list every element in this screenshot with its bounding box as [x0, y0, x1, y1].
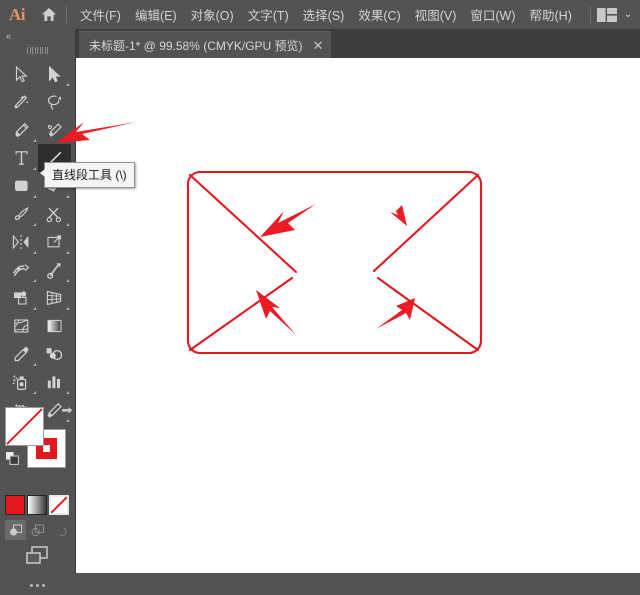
draw-behind-button[interactable]	[27, 520, 48, 540]
workspace-switcher-icon[interactable]	[596, 7, 617, 22]
rounded-rectangle	[186, 170, 483, 355]
tool-panel-grip[interactable]	[0, 44, 75, 56]
artwork	[186, 170, 483, 355]
free-transform-tool[interactable]	[38, 256, 71, 284]
fill-mode-buttons	[5, 495, 71, 517]
tool-flyout-indicator	[65, 307, 69, 310]
draw-normal-button[interactable]	[5, 520, 27, 540]
none-slash-icon	[6, 408, 43, 445]
menu-bar: Ai 文件(F) 编辑(E) 对象(O) 文字(T) 选择(S) 效果(C) 视…	[0, 0, 640, 29]
type-tool[interactable]	[5, 144, 38, 172]
tool-panel: «	[0, 29, 76, 587]
tool-panel-header: «	[0, 29, 75, 44]
rotate-tool[interactable]	[5, 228, 38, 256]
home-icon[interactable]	[34, 0, 64, 29]
tool-flyout-indicator	[65, 83, 69, 86]
scale-tool[interactable]	[38, 228, 71, 256]
tool-flyout-indicator	[65, 223, 69, 226]
tool-flyout-indicator	[65, 195, 69, 198]
menu-window[interactable]: 窗口(W)	[463, 1, 522, 28]
tool-flyout-indicator	[32, 167, 36, 170]
tool-flyout-indicator	[32, 139, 36, 142]
width-tool[interactable]	[5, 256, 38, 284]
menu-select[interactable]: 选择(S)	[296, 1, 352, 28]
color-mode-button[interactable]	[5, 495, 25, 515]
rectangle-tool[interactable]	[5, 172, 38, 200]
menu-items: 文件(F) 编辑(E) 对象(O) 文字(T) 选择(S) 效果(C) 视图(V…	[73, 1, 579, 28]
menu-edit[interactable]: 编辑(E)	[128, 1, 184, 28]
shape-builder-tool[interactable]	[5, 284, 38, 312]
magic-wand-tool[interactable]	[5, 88, 38, 116]
none-mode-button[interactable]	[49, 495, 69, 515]
tool-grid	[5, 60, 71, 452]
document-tab-title: 未标题-1* @ 99.58% (CMYK/GPU 预览)	[89, 39, 303, 53]
tool-flyout-indicator	[32, 195, 36, 198]
tool-flyout-indicator	[32, 363, 36, 366]
document-tab[interactable]: 未标题-1* @ 99.58% (CMYK/GPU 预览) ✕	[79, 31, 332, 59]
app-logo: Ai	[9, 4, 26, 24]
paintbrush-tool[interactable]	[5, 200, 38, 228]
menubar-right-divider	[589, 6, 591, 23]
menu-help[interactable]: 帮助(H)	[523, 1, 579, 28]
default-fill-stroke-icon[interactable]	[5, 451, 20, 471]
draw-mode-buttons	[5, 520, 71, 540]
gradient-mode-button[interactable]	[27, 495, 47, 515]
canvas-area[interactable]	[75, 58, 640, 573]
tool-flyout-indicator	[65, 251, 69, 254]
tooltip-arrow-icon	[40, 169, 45, 177]
scissors-tool[interactable]	[38, 200, 71, 228]
direct-selection-tool[interactable]	[38, 60, 71, 88]
document-tab-bar: 未标题-1* @ 99.58% (CMYK/GPU 预览) ✕	[75, 29, 640, 59]
tooltip: 直线段工具 (\)	[40, 162, 135, 188]
tool-flyout-indicator	[32, 251, 36, 254]
fill-stroke-controls	[5, 407, 73, 468]
illustrator-window: Ai 文件(F) 编辑(E) 对象(O) 文字(T) 选择(S) 效果(C) 视…	[0, 0, 640, 587]
screen-mode-button[interactable]	[0, 541, 75, 571]
menu-divider	[66, 6, 67, 23]
collapse-panel-icon[interactable]: «	[6, 31, 11, 41]
menu-view[interactable]: 视图(V)	[408, 1, 464, 28]
menu-file[interactable]: 文件(F)	[73, 1, 128, 28]
edit-toolbar-button[interactable]	[0, 575, 75, 595]
tool-flyout-indicator	[65, 391, 69, 394]
menu-type[interactable]: 文字(T)	[241, 1, 296, 28]
tool-flyout-indicator	[32, 307, 36, 310]
column-graph-tool[interactable]	[38, 368, 71, 396]
fill-swatch[interactable]	[5, 407, 44, 446]
blend-tool[interactable]	[38, 340, 71, 368]
chevron-down-icon[interactable]: ⌄	[624, 9, 632, 20]
menubar-right: ⌄	[588, 6, 640, 23]
line-segment-1	[188, 173, 298, 274]
perspective-grid-tool[interactable]	[38, 284, 71, 312]
draw-inside-button[interactable]	[50, 520, 71, 540]
line-segment-4	[376, 276, 480, 352]
close-icon[interactable]: ✕	[313, 39, 324, 52]
gradient-tool[interactable]	[38, 312, 71, 340]
curvature-tool[interactable]	[38, 116, 71, 144]
menu-object[interactable]: 对象(O)	[184, 1, 241, 28]
none-slash-icon	[51, 497, 67, 513]
pen-tool[interactable]	[5, 116, 38, 144]
mesh-tool[interactable]	[5, 312, 38, 340]
tool-flyout-indicator	[32, 391, 36, 394]
tool-flyout-indicator	[65, 279, 69, 282]
swap-fill-stroke-icon[interactable]	[62, 405, 75, 420]
line-segment-2	[372, 173, 480, 273]
eyedropper-tool[interactable]	[5, 340, 38, 368]
tool-flyout-indicator	[32, 223, 36, 226]
menu-effect[interactable]: 效果(C)	[351, 1, 407, 28]
line-segment-3	[188, 276, 294, 352]
selection-tool[interactable]	[5, 60, 38, 88]
symbol-sprayer-tool[interactable]	[5, 368, 38, 396]
lasso-tool[interactable]	[38, 88, 71, 116]
tool-flyout-indicator	[32, 279, 36, 282]
tool-flyout-indicator	[65, 139, 69, 142]
tooltip-text: 直线段工具 (\)	[52, 168, 127, 182]
